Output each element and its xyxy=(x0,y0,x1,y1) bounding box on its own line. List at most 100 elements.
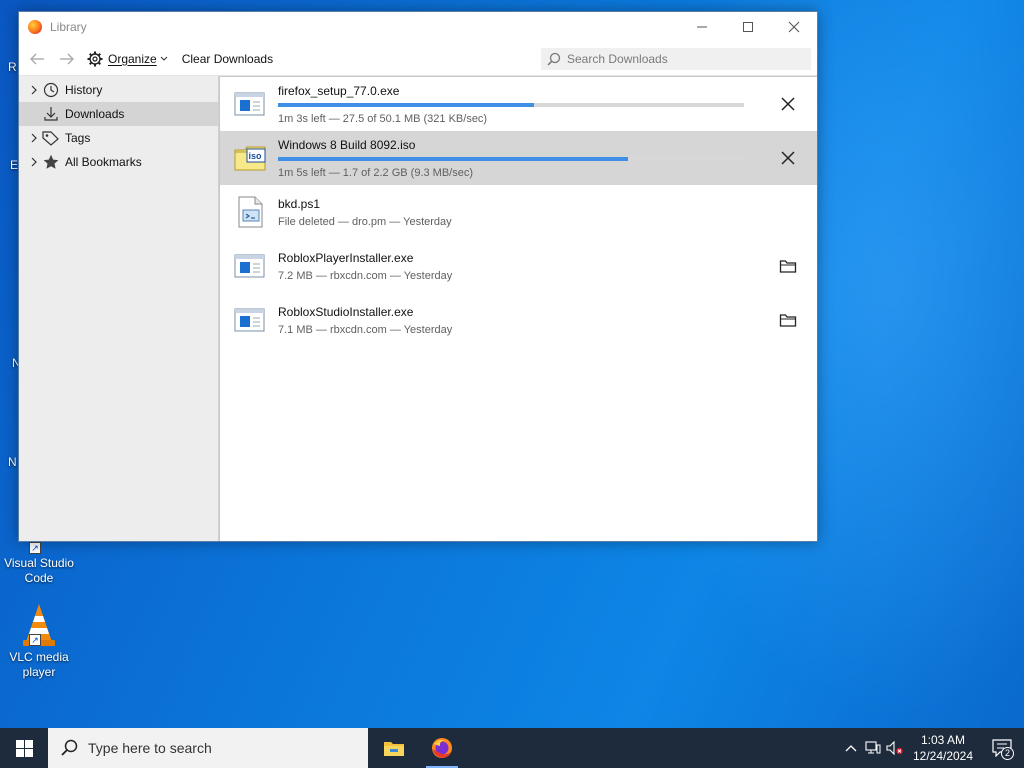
download-filename: RobloxStudioInstaller.exe xyxy=(278,304,414,319)
exe-file-icon xyxy=(234,304,266,336)
show-hidden-icons-button[interactable] xyxy=(840,728,862,768)
search-icon xyxy=(547,52,561,66)
taskbar-search-placeholder: Type here to search xyxy=(88,740,212,756)
download-status: 1m 5s left — 1.7 of 2.2 GB (9.3 MB/sec) xyxy=(278,166,474,179)
download-filename: Windows 8 Build 8092.iso xyxy=(278,137,416,152)
desktop-icon-vlc[interactable]: ↗ VLC media player xyxy=(4,602,74,680)
exe-file-icon xyxy=(234,250,266,282)
gear-icon xyxy=(87,51,103,66)
clear-downloads-button[interactable]: Clear Downloads xyxy=(178,46,277,72)
download-status: 7.2 MB — rbxcdn.com — Yesterday xyxy=(278,269,453,282)
sidebar-item-label: All Bookmarks xyxy=(65,155,142,169)
organize-button[interactable]: Organize xyxy=(83,46,172,72)
show-in-folder-button[interactable] xyxy=(773,305,803,335)
expand-chevron-icon[interactable] xyxy=(27,85,41,95)
chevron-down-icon xyxy=(160,56,168,61)
title-bar[interactable]: Library xyxy=(19,12,817,42)
organize-label: Organize xyxy=(108,51,157,66)
close-icon xyxy=(781,151,795,165)
expand-chevron-icon[interactable] xyxy=(27,157,41,167)
cancel-download-button[interactable] xyxy=(773,143,803,173)
maximize-icon xyxy=(743,22,753,32)
action-center-button[interactable]: 2 xyxy=(980,728,1024,768)
desktop-icon-label-partial: E xyxy=(10,158,19,172)
svg-text:iso: iso xyxy=(249,151,263,161)
download-icon xyxy=(41,106,61,122)
volume-muted-icon xyxy=(886,741,903,755)
library-window: Library Organize Clear Downloads Search … xyxy=(18,11,818,542)
search-box[interactable] xyxy=(541,47,811,70)
sidebar-item-all-bookmarks[interactable]: All Bookmarks xyxy=(19,150,218,174)
desktop-icon-label: VLC media player xyxy=(9,650,69,679)
taskbar: Type here to search 1:03 AM 12/24/2024 2 xyxy=(0,728,1024,768)
sidebar-item-label: Tags xyxy=(65,131,91,145)
system-tray: 1:03 AM 12/24/2024 2 xyxy=(840,728,1024,768)
download-row[interactable]: RobloxPlayerInstaller.exe 7.2 MB — rbxcd… xyxy=(220,239,817,293)
close-button[interactable] xyxy=(771,12,817,42)
download-filename: bkd.ps1 xyxy=(278,196,321,211)
download-row[interactable]: iso Windows 8 Build 8092.iso 1m 5s left … xyxy=(220,131,817,185)
star-icon xyxy=(41,154,61,170)
download-progress-bar xyxy=(278,156,744,161)
clock-time: 1:03 AM xyxy=(920,733,966,747)
show-in-folder-button[interactable] xyxy=(773,251,803,281)
desktop-icon-label-partial: N xyxy=(8,455,17,469)
expand-chevron-icon[interactable] xyxy=(27,133,41,143)
downloads-list: firefox_setup_77.0.exe 1m 3s left — 27.5… xyxy=(219,76,817,541)
download-progress-fill xyxy=(278,102,535,107)
folder-icon xyxy=(779,260,797,273)
chevron-up-icon xyxy=(845,745,857,752)
download-progress-bar xyxy=(278,102,744,107)
clock-date: 12/24/2024 xyxy=(912,749,974,763)
search-input[interactable] xyxy=(567,51,797,66)
download-status: File deleted — dro.pm — Yesterday xyxy=(278,215,452,228)
forward-button[interactable] xyxy=(55,47,79,71)
desktop-icon-label: Visual Studio Code xyxy=(4,556,74,585)
volume-button[interactable] xyxy=(884,728,906,768)
download-row[interactable]: RobloxStudioInstaller.exe 7.1 MB — rbxcd… xyxy=(220,293,817,347)
sidebar-item-history[interactable]: History xyxy=(19,78,218,102)
minimize-icon xyxy=(697,26,707,28)
file-explorer-icon xyxy=(384,742,404,756)
taskbar-file-explorer[interactable] xyxy=(370,728,418,768)
sidebar-item-tags[interactable]: Tags xyxy=(19,126,218,150)
download-progress-fill xyxy=(278,156,628,161)
maximize-button[interactable] xyxy=(725,12,771,42)
minimize-button[interactable] xyxy=(679,12,725,42)
desktop-icon-label-partial: R xyxy=(8,60,17,74)
shortcut-arrow-icon: ↗ xyxy=(29,634,41,646)
script-file-icon xyxy=(234,196,266,228)
vlc-icon: ↗ xyxy=(19,602,59,646)
download-row[interactable]: firefox_setup_77.0.exe 1m 3s left — 27.5… xyxy=(220,77,817,131)
cancel-download-button[interactable] xyxy=(773,89,803,119)
tag-icon xyxy=(41,130,61,146)
firefox-icon xyxy=(432,738,452,758)
back-button[interactable] xyxy=(25,47,49,71)
network-button[interactable] xyxy=(862,728,884,768)
folder-icon xyxy=(779,314,797,327)
start-button[interactable] xyxy=(0,728,48,768)
download-status: 7.1 MB — rbxcdn.com — Yesterday xyxy=(278,323,453,336)
sidebar: History Downloads Tags All Bookmarks xyxy=(19,76,219,541)
download-filename: RobloxPlayerInstaller.exe xyxy=(278,250,414,265)
taskbar-search-box[interactable]: Type here to search xyxy=(48,728,368,768)
taskbar-clock[interactable]: 1:03 AM 12/24/2024 xyxy=(906,732,980,764)
sidebar-item-downloads[interactable]: Downloads xyxy=(19,102,218,126)
download-row[interactable]: bkd.ps1 File deleted — dro.pm — Yesterda… xyxy=(220,185,817,239)
window-title: Library xyxy=(50,20,87,34)
taskbar-firefox[interactable] xyxy=(418,728,466,768)
desktop-icon-vscode[interactable]: ↗ Visual Studio Code xyxy=(4,540,74,586)
forward-arrow-icon xyxy=(60,53,74,64)
vscode-icon: ↗ xyxy=(19,540,59,554)
clock-icon xyxy=(41,82,61,98)
windows-logo-icon xyxy=(15,739,33,757)
iso-file-icon: iso xyxy=(234,142,266,174)
sidebar-item-label: Downloads xyxy=(65,107,125,121)
sidebar-item-label: History xyxy=(65,83,103,97)
back-arrow-icon xyxy=(30,53,44,64)
notification-count-badge: 2 xyxy=(1001,747,1014,760)
close-icon xyxy=(781,97,795,111)
close-icon xyxy=(788,21,800,33)
shortcut-arrow-icon: ↗ xyxy=(29,542,41,554)
download-status: 1m 3s left — 27.5 of 50.1 MB (321 KB/sec… xyxy=(278,112,488,125)
